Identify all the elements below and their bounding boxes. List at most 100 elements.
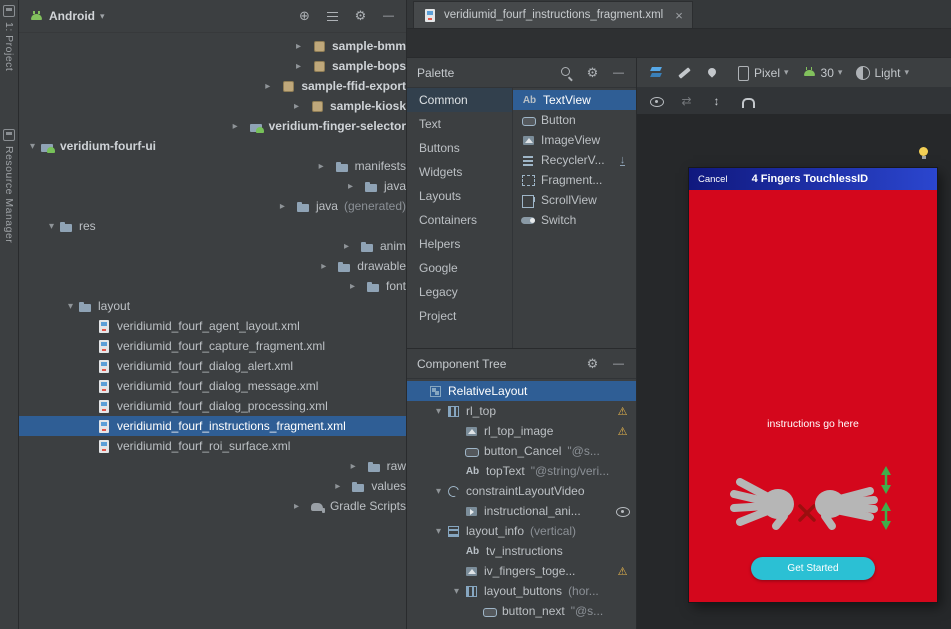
tree-item-manifests[interactable]: manifests — [19, 156, 406, 176]
chevron-right-icon[interactable] — [275, 201, 290, 212]
chevron-down-icon[interactable] — [431, 406, 446, 417]
eraser-icon[interactable] — [677, 65, 692, 80]
swap-arrows-icon[interactable] — [679, 94, 694, 109]
search-icon[interactable] — [559, 65, 574, 80]
preview-cancel-button[interactable]: Cancel — [698, 174, 728, 185]
device-selector[interactable]: Pixel — [735, 65, 789, 80]
close-icon[interactable]: × — [675, 8, 683, 23]
tree-item-constraintlayoutvideo[interactable]: constraintLayoutVideo — [407, 481, 636, 501]
preview-get-started-button[interactable]: Get Started — [751, 557, 875, 580]
chevron-right-icon[interactable] — [345, 281, 360, 292]
palette-category-containers[interactable]: Containers — [407, 208, 512, 232]
tree-item-sample-bmm[interactable]: sample-bmm — [19, 36, 406, 56]
tree-item-button-next[interactable]: button_next"@s... — [407, 601, 636, 621]
tree-item-layout-info[interactable]: layout_info(vertical) — [407, 521, 636, 541]
tree-item-sample-kiosk[interactable]: sample-kiosk — [19, 96, 406, 116]
tree-item-anim[interactable]: anim — [19, 236, 406, 256]
tree-item-iv-fingers-toge[interactable]: iv_fingers_toge... — [407, 561, 636, 581]
theme-selector[interactable]: Light — [855, 65, 909, 80]
chevron-right-icon[interactable] — [291, 61, 306, 72]
palette-item-fragment[interactable]: Fragment... — [513, 170, 636, 190]
tree-item-gradle-scripts[interactable]: Gradle Scripts — [19, 496, 406, 516]
stripe-resource-manager-button[interactable]: Resource Manager — [3, 129, 15, 243]
palette-category-layouts[interactable]: Layouts — [407, 184, 512, 208]
palette-item-scrollview[interactable]: ScrollView — [513, 190, 636, 210]
chevron-right-icon[interactable] — [339, 241, 354, 252]
visibility-icon[interactable] — [615, 504, 630, 519]
editor-tab[interactable]: veridiumid_fourf_instructions_fragment.x… — [413, 1, 693, 28]
chevron-down-icon[interactable] — [431, 526, 446, 537]
tree-item-sample-ffid-export[interactable]: sample-ffid-export — [19, 76, 406, 96]
palette-item-button[interactable]: Button — [513, 110, 636, 130]
chevron-right-icon[interactable] — [316, 261, 331, 272]
chevron-right-icon[interactable] — [289, 501, 304, 512]
magnet-icon[interactable] — [739, 94, 754, 109]
api-selector[interactable]: 30 — [802, 65, 843, 80]
chevron-down-icon[interactable] — [44, 221, 59, 232]
tree-item-relativelayout[interactable]: RelativeLayout — [407, 381, 636, 401]
tree-item-res[interactable]: res — [19, 216, 406, 236]
palette-item-recyclerv[interactable]: RecyclerV... — [513, 150, 636, 170]
chevron-right-icon[interactable] — [330, 481, 345, 492]
hide-panel-icon[interactable] — [381, 9, 396, 24]
tree-item-veridium-fourf-ui[interactable]: veridium-fourf-ui — [19, 136, 406, 156]
chevron-right-icon[interactable] — [343, 181, 358, 192]
tree-item-toptext[interactable]: topText"@string/veri... — [407, 461, 636, 481]
minimize-icon[interactable] — [611, 65, 626, 80]
palette-item-imageview[interactable]: ImageView — [513, 130, 636, 150]
lightbulb-icon[interactable] — [918, 147, 929, 159]
tree-item-veridiumid-fourf-roi-surface-xml[interactable]: veridiumid_fourf_roi_surface.xml — [19, 436, 406, 456]
chevron-down-icon[interactable] — [25, 141, 40, 152]
tree-item-veridiumid-fourf-capture-fragment-xml[interactable]: veridiumid_fourf_capture_fragment.xml — [19, 336, 406, 356]
tree-item-tv-instructions[interactable]: tv_instructions — [407, 541, 636, 561]
chevron-down-icon[interactable] — [431, 486, 446, 497]
chevron-down-icon[interactable] — [63, 301, 78, 312]
palette-category-helpers[interactable]: Helpers — [407, 232, 512, 256]
gear-icon[interactable] — [585, 356, 600, 371]
chevron-right-icon[interactable] — [346, 461, 361, 472]
tree-item-veridiumid-fourf-dialog-message-xml[interactable]: veridiumid_fourf_dialog_message.xml — [19, 376, 406, 396]
tree-item-veridiumid-fourf-instructions-fragment-xml[interactable]: veridiumid_fourf_instructions_fragment.x… — [19, 416, 406, 436]
palette-category-google[interactable]: Google — [407, 256, 512, 280]
stripe-project-button[interactable]: 1: Project — [3, 5, 15, 71]
color-picker-icon[interactable] — [705, 65, 720, 80]
palette-category-text[interactable]: Text — [407, 112, 512, 136]
download-icon[interactable] — [615, 153, 630, 168]
layers-icon[interactable] — [649, 65, 664, 80]
visibility-icon[interactable] — [649, 94, 664, 109]
project-view-selector[interactable]: Android — [29, 9, 105, 24]
tree-item-button-cancel[interactable]: button_Cancel"@s... — [407, 441, 636, 461]
palette-category-common[interactable]: Common — [407, 88, 512, 112]
palette-category-widgets[interactable]: Widgets — [407, 160, 512, 184]
chevron-right-icon[interactable] — [289, 101, 304, 112]
minimize-icon[interactable] — [611, 356, 626, 371]
chevron-down-icon[interactable] — [449, 586, 464, 597]
palette-category-buttons[interactable]: Buttons — [407, 136, 512, 160]
chevron-right-icon[interactable] — [314, 161, 329, 172]
tree-item-values[interactable]: values — [19, 476, 406, 496]
chevron-right-icon[interactable] — [291, 41, 306, 52]
locate-file-icon[interactable] — [297, 9, 312, 24]
resize-vertical-icon[interactable] — [709, 94, 724, 109]
tree-item-rl-top-image[interactable]: rl_top_image — [407, 421, 636, 441]
settings-gear-icon[interactable] — [353, 9, 368, 24]
tree-item-java[interactable]: java — [19, 176, 406, 196]
tree-item-font[interactable]: font — [19, 276, 406, 296]
palette-category-legacy[interactable]: Legacy — [407, 280, 512, 304]
collapse-all-icon[interactable] — [325, 9, 340, 24]
gear-icon[interactable] — [585, 65, 600, 80]
tree-item-veridiumid-fourf-agent-layout-xml[interactable]: veridiumid_fourf_agent_layout.xml — [19, 316, 406, 336]
chevron-right-icon[interactable] — [228, 121, 243, 132]
tree-item-sample-bops[interactable]: sample-bops — [19, 56, 406, 76]
palette-item-textview[interactable]: TextView — [513, 90, 636, 110]
tree-item-veridiumid-fourf-dialog-processing-xml[interactable]: veridiumid_fourf_dialog_processing.xml — [19, 396, 406, 416]
tree-item-rl-top[interactable]: rl_top — [407, 401, 636, 421]
tree-item-veridiumid-fourf-dialog-alert-xml[interactable]: veridiumid_fourf_dialog_alert.xml — [19, 356, 406, 376]
tree-item-instructional-ani[interactable]: instructional_ani... — [407, 501, 636, 521]
palette-item-switch[interactable]: Switch — [513, 210, 636, 230]
tree-item-raw[interactable]: raw — [19, 456, 406, 476]
tree-item-java[interactable]: java(generated) — [19, 196, 406, 216]
tree-item-veridium-finger-selector[interactable]: veridium-finger-selector — [19, 116, 406, 136]
tree-item-layout[interactable]: layout — [19, 296, 406, 316]
tree-item-drawable[interactable]: drawable — [19, 256, 406, 276]
